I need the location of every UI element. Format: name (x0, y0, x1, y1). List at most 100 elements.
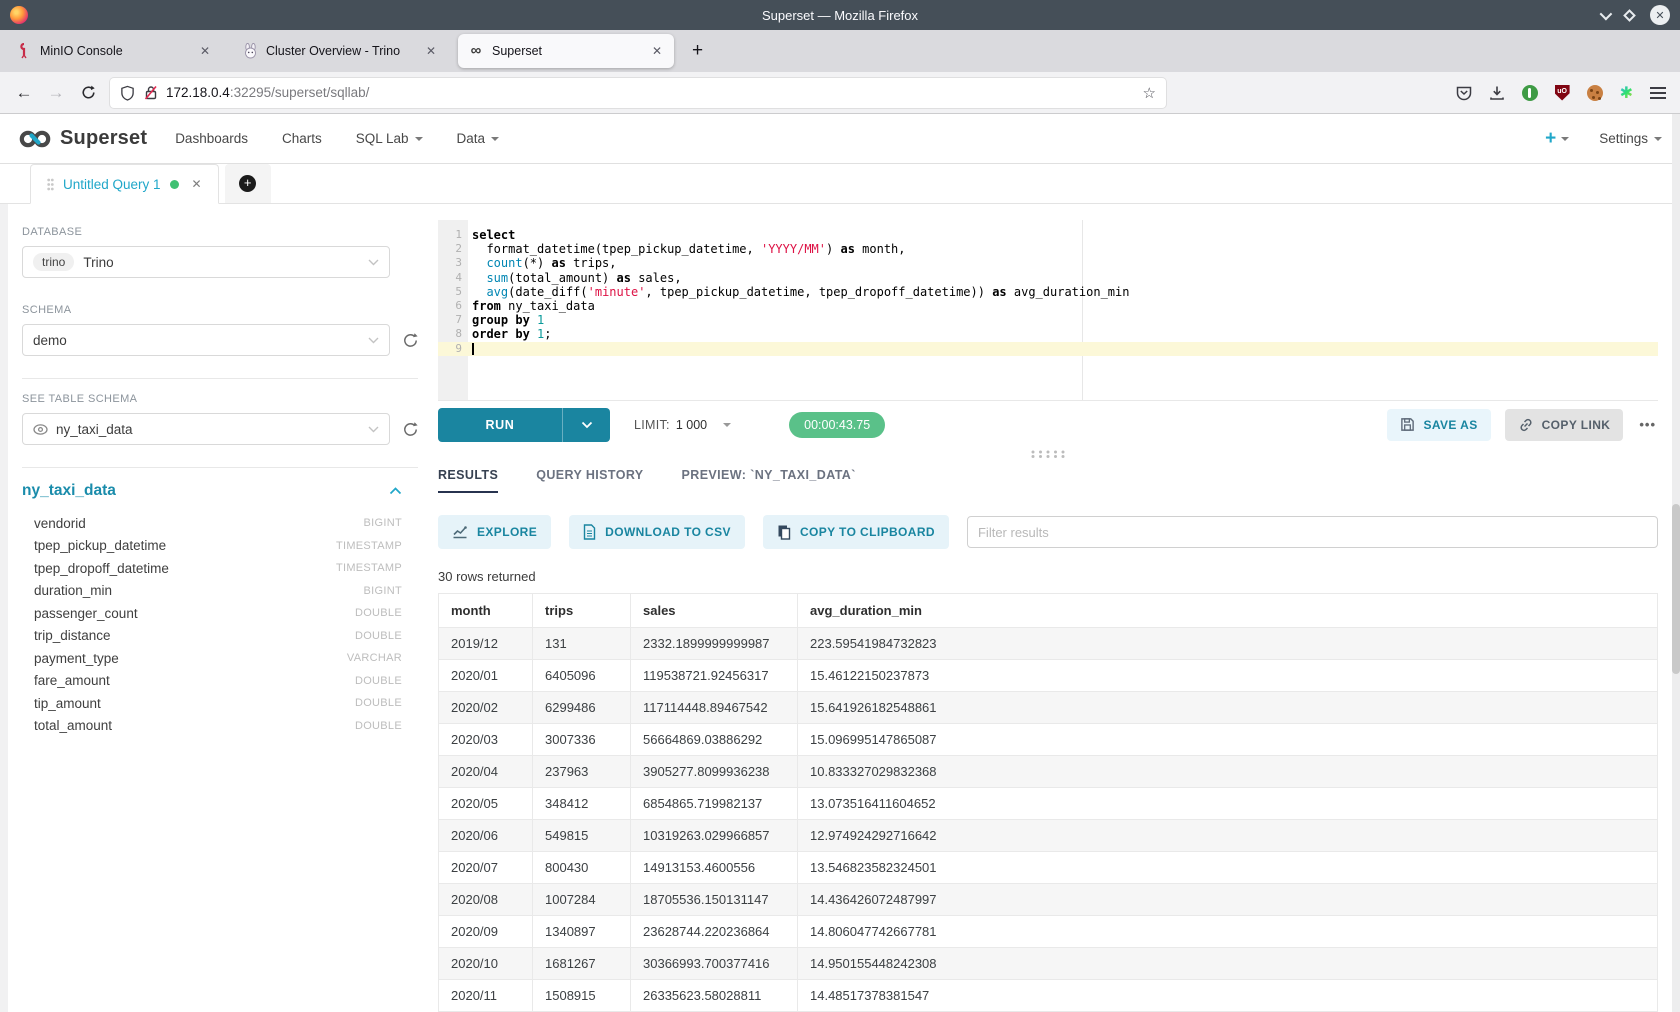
table-cell: 2020/10 (439, 948, 533, 980)
line-number: 2 (438, 242, 468, 256)
results-tab-results[interactable]: RESULTS (438, 468, 498, 493)
column-row-trip_distance[interactable]: trip_distanceDOUBLE (22, 625, 402, 648)
ublock-icon[interactable]: uO (1555, 85, 1570, 101)
refresh-schemas-icon[interactable] (402, 332, 419, 349)
copy-to-clipboard-button[interactable]: COPY TO CLIPBOARD (763, 515, 949, 549)
results-tab-query-history[interactable]: QUERY HISTORY (536, 468, 643, 493)
menu-hamburger-icon[interactable] (1650, 87, 1666, 99)
run-button[interactable]: RUN (438, 408, 610, 442)
table-cell: 14.950155448242308 (798, 948, 1658, 980)
superset-logo[interactable]: Superset (18, 127, 147, 150)
nav-item-sql-lab[interactable]: SQL Lab (356, 131, 423, 146)
column-row-tpep_pickup_datetime[interactable]: tpep_pickup_datetimeTIMESTAMP (22, 535, 402, 558)
column-name: payment_type (34, 651, 119, 666)
column-row-total_amount[interactable]: total_amountDOUBLE (22, 715, 402, 738)
database-select[interactable]: trino Trino (22, 246, 390, 278)
column-type: BIGINT (364, 585, 402, 597)
download-to-csv-button[interactable]: DOWNLOAD TO CSV (569, 515, 745, 549)
back-button[interactable]: ← (8, 79, 40, 107)
settings-menu[interactable]: Settings (1599, 131, 1662, 146)
column-header-avg_duration_min[interactable]: avg_duration_min (798, 594, 1658, 628)
column-row-duration_min[interactable]: duration_minBIGINT (22, 580, 402, 603)
chevron-down-icon (368, 337, 379, 344)
more-options-button[interactable]: ••• (1637, 417, 1658, 432)
container-asterisk-icon[interactable]: ✱ (1620, 83, 1633, 103)
caret-down-icon (415, 137, 423, 141)
copy-link-button[interactable]: COPY LINK (1505, 409, 1624, 441)
minimize-icon[interactable] (1600, 7, 1613, 20)
shield-icon[interactable] (120, 85, 135, 101)
browser-tab-superset[interactable]: ∞Superset✕ (458, 34, 674, 68)
nav-item-data[interactable]: Data (457, 131, 500, 146)
add-query-tab-button[interactable]: + (225, 164, 271, 203)
url-field[interactable]: 172.18.0.4:32295/superset/sqllab/ ☆ (110, 78, 1166, 108)
code-line-7: group by 1 (468, 313, 1658, 327)
reload-button[interactable] (72, 79, 104, 107)
nav-item-dashboards[interactable]: Dashboards (175, 131, 248, 146)
column-name: passenger_count (34, 606, 138, 621)
column-row-passenger_count[interactable]: passenger_countDOUBLE (22, 602, 402, 625)
download-icon[interactable] (1489, 85, 1505, 101)
table-cell: 2020/03 (439, 724, 533, 756)
schema-select[interactable]: demo (22, 324, 390, 356)
table-name-heading[interactable]: ny_taxi_data (22, 482, 116, 500)
close-tab-icon[interactable]: ✕ (196, 42, 214, 60)
table-schema-select[interactable]: ny_taxi_data (22, 413, 390, 445)
page-scrollbar-thumb[interactable] (1672, 504, 1680, 674)
column-row-tpep_dropoff_datetime[interactable]: tpep_dropoff_datetimeTIMESTAMP (22, 557, 402, 580)
code-line-2: format_datetime(tpep_pickup_datetime, 'Y… (468, 242, 1658, 256)
column-row-fare_amount[interactable]: fare_amountDOUBLE (22, 670, 402, 693)
run-options-caret[interactable] (562, 408, 610, 442)
query-tab-untitled-query-1[interactable]: Untitled Query 1 ✕ (30, 164, 219, 204)
close-tab-icon[interactable]: ✕ (648, 42, 666, 60)
close-query-tab-icon[interactable]: ✕ (192, 177, 202, 191)
table-cell: 13.546823582324501 (798, 852, 1658, 884)
forward-button[interactable]: → (40, 79, 72, 107)
column-type: DOUBLE (355, 720, 402, 732)
close-window-icon[interactable]: ✕ (1650, 5, 1670, 25)
table-row: 2020/10168126730366993.70037741614.95015… (439, 948, 1658, 980)
column-row-tip_amount[interactable]: tip_amountDOUBLE (22, 692, 402, 715)
privacy-badger-icon[interactable] (1522, 85, 1538, 101)
cookie-icon[interactable] (1587, 85, 1603, 101)
column-row-vendorid[interactable]: vendoridBIGINT (22, 512, 402, 535)
browser-tab-cluster-overview-trino[interactable]: Cluster Overview - Trino✕ (232, 34, 448, 68)
url-text[interactable]: 172.18.0.4:32295/superset/sqllab/ (166, 85, 1143, 100)
table-cell: 348412 (533, 788, 631, 820)
save-as-button[interactable]: SAVE AS (1387, 409, 1490, 441)
pane-splitter-handle[interactable] (438, 448, 1658, 460)
page-scrollbar-track[interactable] (1672, 114, 1680, 1012)
column-header-sales[interactable]: sales (631, 594, 798, 628)
line-number: 3 (438, 256, 468, 270)
refresh-tables-icon[interactable] (402, 421, 419, 438)
new-tab-button[interactable]: + (684, 40, 711, 62)
bookmark-star-icon[interactable]: ☆ (1143, 84, 1156, 102)
table-cell: 1681267 (533, 948, 631, 980)
filter-results-input[interactable] (967, 516, 1658, 548)
nav-item-charts[interactable]: Charts (282, 131, 322, 146)
sql-editor[interactable]: 123456789 select format_datetime(tpep_pi… (438, 220, 1658, 400)
collapse-table-icon[interactable] (389, 487, 402, 495)
caret-down-icon (1654, 137, 1662, 141)
close-tab-icon[interactable]: ✕ (422, 42, 440, 60)
column-header-trips[interactable]: trips (533, 594, 631, 628)
line-number: 7 (438, 313, 468, 327)
table-cell: 14.806047742667781 (798, 916, 1658, 948)
superset-infinity-icon (18, 128, 52, 150)
pocket-icon[interactable] (1456, 85, 1472, 101)
results-tab-preview-ny-taxi-data-[interactable]: PREVIEW: `NY_TAXI_DATA` (682, 468, 856, 493)
floppy-icon (1400, 417, 1415, 432)
browser-tab-minio-console[interactable]: MinIO Console✕ (6, 34, 222, 68)
explore-button[interactable]: EXPLORE (438, 515, 551, 549)
explore-chart-icon (452, 525, 468, 539)
limit-dropdown[interactable]: LIMIT: 1 000 (634, 418, 731, 432)
navbar-plus-button[interactable]: + (1545, 128, 1569, 150)
column-type: TIMESTAMP (336, 562, 402, 574)
column-header-month[interactable]: month (439, 594, 533, 628)
column-type: BIGINT (364, 517, 402, 529)
column-row-payment_type[interactable]: payment_typeVARCHAR (22, 647, 402, 670)
caret-down-icon (1561, 137, 1569, 141)
lock-crossed-icon[interactable] (144, 85, 158, 101)
table-cell: 131 (533, 628, 631, 660)
maximize-icon[interactable] (1623, 9, 1636, 22)
